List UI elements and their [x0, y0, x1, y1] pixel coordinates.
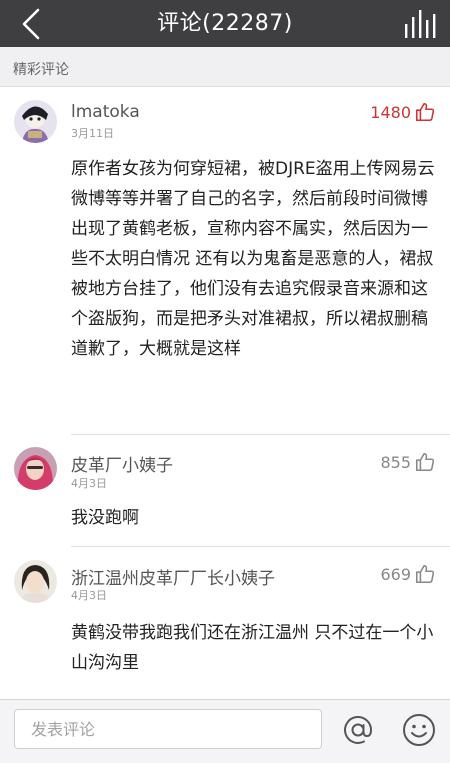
avatar[interactable] — [14, 560, 57, 603]
page-title: 评论(22287) — [157, 11, 293, 36]
mention-button[interactable] — [340, 712, 376, 748]
comment-username[interactable]: lmatoka — [71, 102, 140, 122]
smiley-icon — [403, 714, 435, 746]
thumbs-up-icon — [415, 564, 435, 584]
thumbs-up-icon — [415, 452, 435, 472]
comment-composer-bar — [0, 699, 450, 763]
comment-input[interactable] — [14, 709, 322, 749]
at-icon — [344, 715, 373, 744]
comment-item: 皮革厂小姨子 4月3日 855 我没跑啊 — [0, 435, 450, 547]
comment-text: 我没跑啊 — [71, 508, 139, 528]
like-count: 1480 — [370, 102, 411, 122]
thumbs-up-icon — [415, 102, 435, 122]
like-button[interactable]: 1480 — [370, 100, 436, 124]
comment-date: 4月3日 — [71, 589, 107, 602]
comment-text: 原作者女孩为何穿短裙，被DJRE盗用上传网易云 微博等等并署了自己的名字，然后前… — [71, 159, 435, 359]
comment-username[interactable]: 皮革厂小姨子 — [71, 451, 173, 476]
comment-item: lmatoka 3月11日 1480 原作者女孩为何穿短裙，被DJRE盗用上传网… — [0, 88, 450, 435]
like-button[interactable]: 855 — [380, 450, 436, 474]
section-label: 精彩评论 — [13, 62, 69, 78]
bar-stats-icon — [405, 10, 436, 38]
emoji-button[interactable] — [401, 712, 437, 748]
avatar[interactable] — [14, 100, 57, 143]
comment-item: 浙江温州皮革厂厂长小姨子 4月3日 669 黄鹤没带我跑我们还在浙江温州 只不过… — [0, 547, 450, 699]
comment-date: 3月11日 — [71, 127, 114, 140]
section-header: 精彩评论 — [0, 47, 450, 87]
top-nav-bar: 评论(22287) — [0, 0, 450, 47]
comment-username[interactable]: 浙江温州皮革厂厂长小姨子 — [71, 564, 275, 589]
avatar[interactable] — [14, 447, 57, 490]
like-button[interactable]: 669 — [380, 562, 436, 586]
comment-text: 黄鹤没带我跑我们还在浙江温州 只不过在一个小山沟沟里 — [71, 623, 434, 673]
stats-button[interactable] — [402, 8, 438, 40]
like-count: 669 — [380, 564, 411, 584]
like-count: 855 — [380, 452, 411, 472]
comment-date: 4月3日 — [71, 477, 107, 490]
